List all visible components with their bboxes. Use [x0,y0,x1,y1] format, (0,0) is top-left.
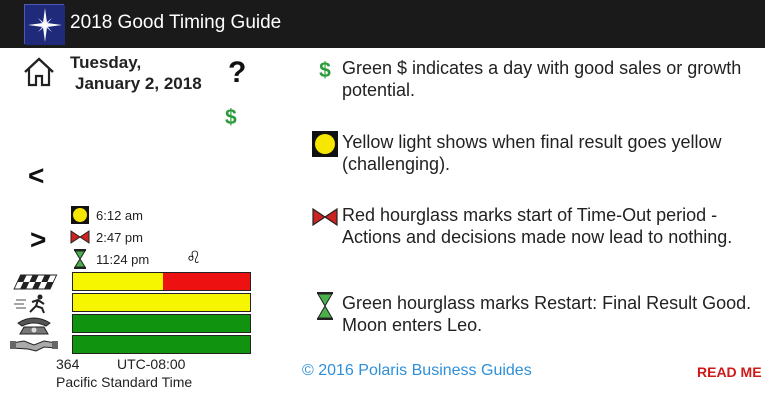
previous-day-button[interactable]: < [28,160,44,192]
polaris-star-icon[interactable] [24,4,65,45]
sales-dollar-icon: $ [225,106,237,129]
date-full: January 2, 2018 [75,74,202,93]
bar-segment [163,273,250,290]
legend-text-yellow-light: Yellow light shows when final result goe… [342,132,722,174]
red-hourglass-icon [70,227,90,247]
bar-segment [73,273,164,290]
home-icon[interactable] [22,56,56,88]
event-row-yellow-light: 6:12 am [70,205,143,225]
telephone-icon [10,315,58,335]
dollar-glyph: $ [319,59,331,82]
timezone-name: Pacific Standard Time [56,374,193,390]
app-titlebar: 2018 Good Timing Guide [0,0,765,48]
legend-text-sales: Green $ indicates a day with good sales … [342,58,742,100]
yellow-light-icon [312,131,338,157]
event-time: 11:24 pm [96,251,150,267]
timeline-bar-handshake [72,335,251,354]
checkered-flag-icon [10,272,58,292]
copyright-link[interactable]: © 2016 Polaris Business Guides [302,362,532,380]
bar-segment [73,294,250,311]
legend-text-red-hourglass: Red hourglass marks start of Time-Out pe… [342,205,733,247]
app-title: 2018 Good Timing Guide [70,12,282,33]
handshake-icon [10,335,58,355]
date-weekday: Tuesday, [70,53,142,72]
yellow-light-icon [70,205,90,225]
leo-zodiac-icon: ♌ [186,248,202,267]
green-dollar-icon: $ [312,58,338,84]
help-icon[interactable]: ? [228,56,246,90]
event-row-green-hourglass: 11:24 pm [70,249,149,269]
day-number: 364 [56,356,80,372]
utc-offset: UTC-08:00 [117,356,186,372]
green-hourglass-icon [70,249,90,269]
next-day-button[interactable]: > [30,224,46,256]
event-time: 6:12 am [96,207,143,223]
green-hourglass-icon [312,292,338,320]
read-me-button[interactable]: READ ME [697,364,762,380]
timeline-bar-running [72,293,251,312]
event-time: 2:47 pm [96,229,143,245]
timeline-bar-flag [72,272,251,291]
timeline-bar-phone [72,314,251,333]
red-hourglass-icon [312,204,338,230]
running-person-icon [10,294,58,314]
event-row-red-hourglass: 2:47 pm [70,227,143,247]
bar-segment [73,315,250,332]
legend-text-green-hourglass: Green hourglass marks Restart: Final Res… [342,293,752,335]
bar-segment [73,336,250,353]
